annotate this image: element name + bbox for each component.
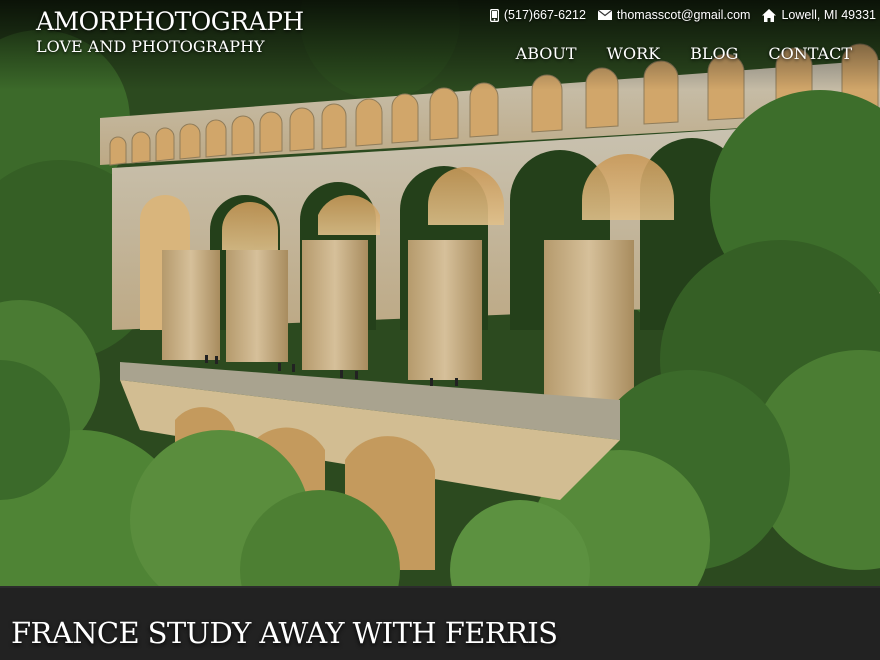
hero-image bbox=[0, 0, 880, 586]
nav-item-about[interactable]: ABOUT bbox=[516, 44, 577, 63]
contact-bar: (517)667-6212 thomasscot@gmail.com Lowel… bbox=[478, 8, 876, 22]
site-title[interactable]: AMORPHOTOGRAPH bbox=[36, 7, 304, 37]
email-text: thomasscot@gmail.com bbox=[616, 8, 751, 22]
hero-caption: FRANCE STUDY AWAY WITH FERRIS bbox=[11, 616, 558, 650]
brand[interactable]: AMORPHOTOGRAPH LOVE AND PHOTOGRAPHY bbox=[36, 7, 304, 57]
contact-phone[interactable]: (517)667-6212 bbox=[489, 8, 586, 22]
phone-icon bbox=[489, 8, 499, 22]
envelope-icon bbox=[597, 10, 612, 20]
location-text: Lowell, MI 49331 bbox=[781, 8, 876, 22]
contact-email[interactable]: thomasscot@gmail.com bbox=[597, 8, 751, 22]
nav-item-work[interactable]: WORK bbox=[607, 44, 661, 63]
nav-item-blog[interactable]: BLOG bbox=[690, 44, 738, 63]
home-icon bbox=[762, 8, 777, 22]
phone-text: (517)667-6212 bbox=[503, 8, 586, 22]
contact-location: Lowell, MI 49331 bbox=[762, 8, 876, 22]
main-nav: ABOUT WORK BLOG CONTACT bbox=[486, 44, 852, 63]
nav-item-contact[interactable]: CONTACT bbox=[768, 44, 852, 63]
site-tagline: LOVE AND PHOTOGRAPHY bbox=[36, 37, 265, 56]
